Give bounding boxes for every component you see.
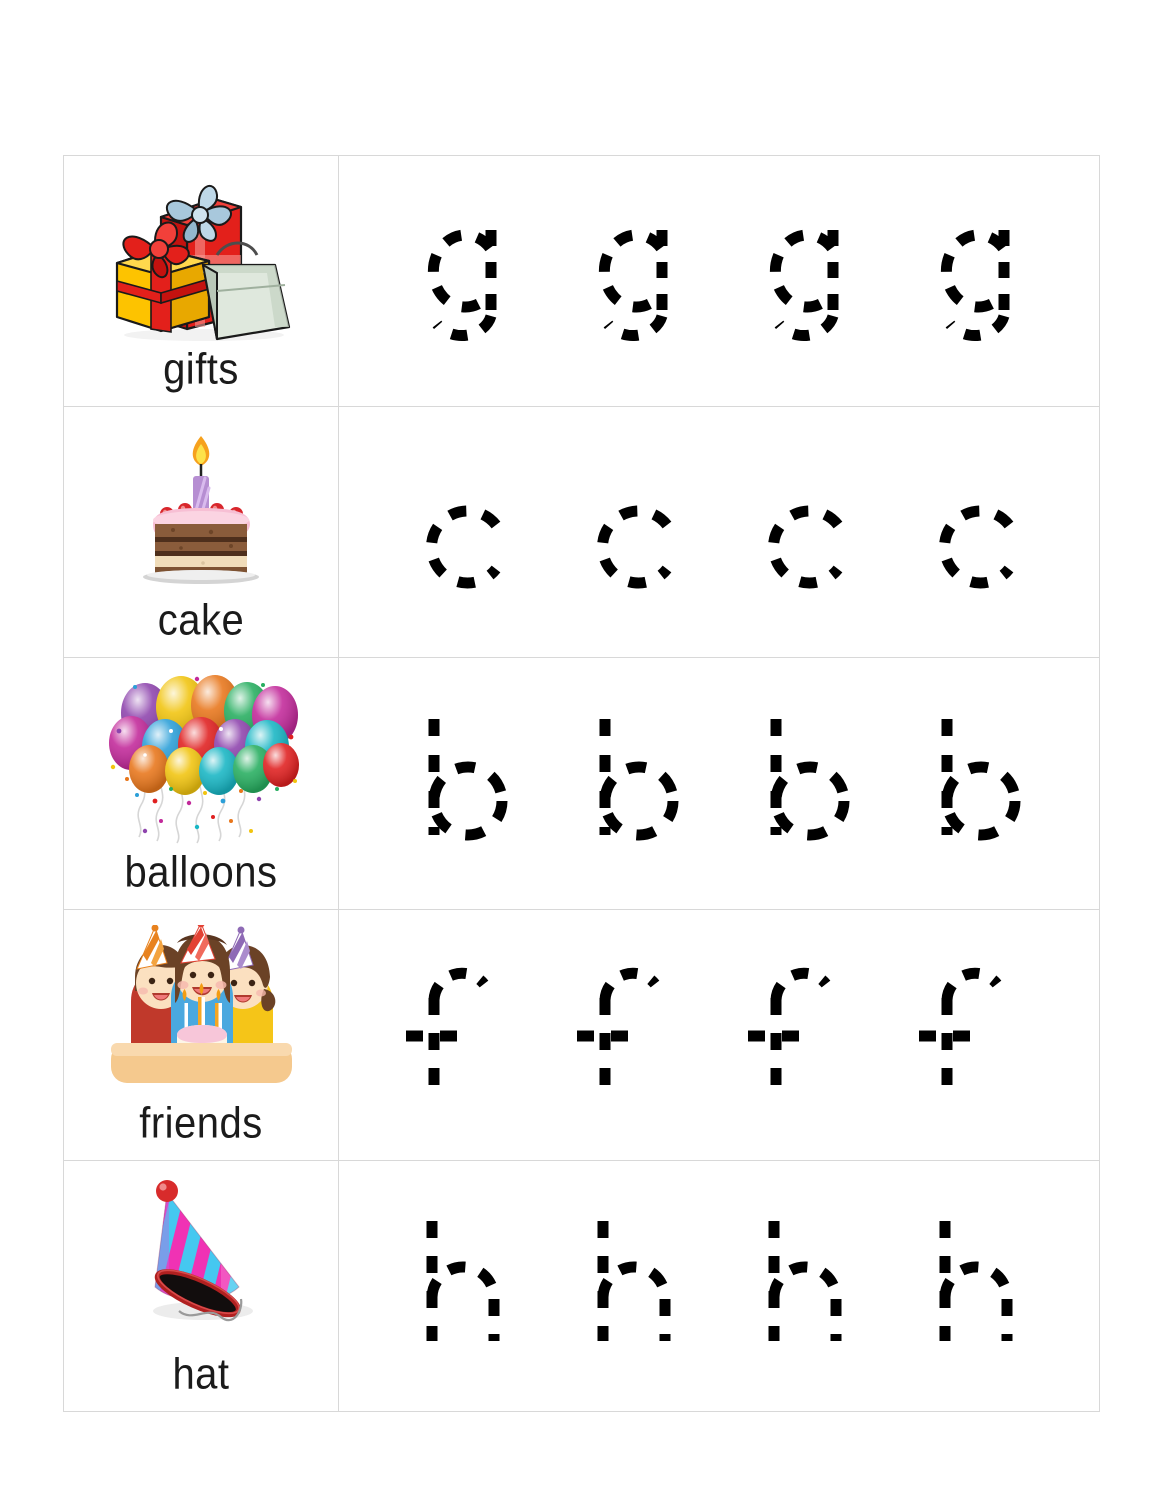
trace-letter-f[interactable] xyxy=(734,940,884,1130)
picture-cell-balloons: balloons xyxy=(64,658,339,909)
table-row: balloons xyxy=(64,658,1099,910)
picture-cell-cake: cake xyxy=(64,407,339,658)
table-row: hat xyxy=(64,1160,1099,1412)
trace-letter-g[interactable] xyxy=(734,186,884,376)
cake-art-wrap xyxy=(64,413,338,601)
hat-art-wrap xyxy=(64,1167,338,1355)
trace-letter-c[interactable] xyxy=(392,437,542,627)
word-label-gifts: gifts xyxy=(163,345,239,394)
trace-letter-b[interactable] xyxy=(905,689,1055,879)
trace-letter-h[interactable] xyxy=(563,1191,713,1381)
friends-party-icon xyxy=(110,924,292,1083)
friends-art-wrap xyxy=(64,916,338,1104)
trace-letter-c[interactable] xyxy=(734,437,884,627)
table-row: gifts xyxy=(64,156,1099,408)
trace-letter-g[interactable] xyxy=(905,186,1055,376)
word-label-friends: friends xyxy=(139,1099,263,1147)
table-row: friends xyxy=(64,909,1099,1161)
trace-cell-g[interactable] xyxy=(339,156,1099,406)
trace-letter-h[interactable] xyxy=(734,1191,884,1381)
trace-cell-b[interactable] xyxy=(339,658,1099,908)
word-label-cake: cake xyxy=(157,597,245,645)
trace-cell-c[interactable] xyxy=(339,407,1099,657)
trace-letter-g[interactable] xyxy=(563,186,713,376)
balloons-art-wrap xyxy=(64,664,338,852)
trace-letter-f[interactable] xyxy=(563,940,713,1130)
trace-cell-f[interactable] xyxy=(339,910,1099,1160)
picture-cell-gifts: gifts xyxy=(64,156,339,407)
trace-letter-b[interactable] xyxy=(392,689,542,879)
trace-letter-f[interactable] xyxy=(392,940,542,1130)
trace-letter-c[interactable] xyxy=(563,437,713,627)
trace-letter-b[interactable] xyxy=(563,689,713,879)
trace-letter-b[interactable] xyxy=(734,689,884,879)
tracing-table: gifts cake balloons friends hat xyxy=(63,155,1100,1412)
trace-letter-f[interactable] xyxy=(905,940,1055,1130)
word-label-balloons: balloons xyxy=(124,848,278,896)
gifts-art-wrap xyxy=(64,162,338,350)
trace-letter-h[interactable] xyxy=(392,1191,542,1381)
table-row: cake xyxy=(64,407,1099,659)
picture-cell-hat: hat xyxy=(64,1160,339,1412)
trace-letter-c[interactable] xyxy=(905,437,1055,627)
trace-letter-g[interactable] xyxy=(392,186,542,376)
worksheet-page: gifts cake balloons friends hat xyxy=(0,0,1159,1500)
trace-letter-h[interactable] xyxy=(905,1191,1055,1381)
word-label-hat: hat xyxy=(172,1350,230,1399)
balloons-icon xyxy=(109,675,299,844)
trace-cell-h[interactable] xyxy=(339,1161,1099,1411)
gifts-icon xyxy=(115,184,290,341)
birthday-cake-icon xyxy=(142,435,259,584)
party-hat-icon xyxy=(153,1179,253,1322)
picture-cell-friends: friends xyxy=(64,909,339,1160)
